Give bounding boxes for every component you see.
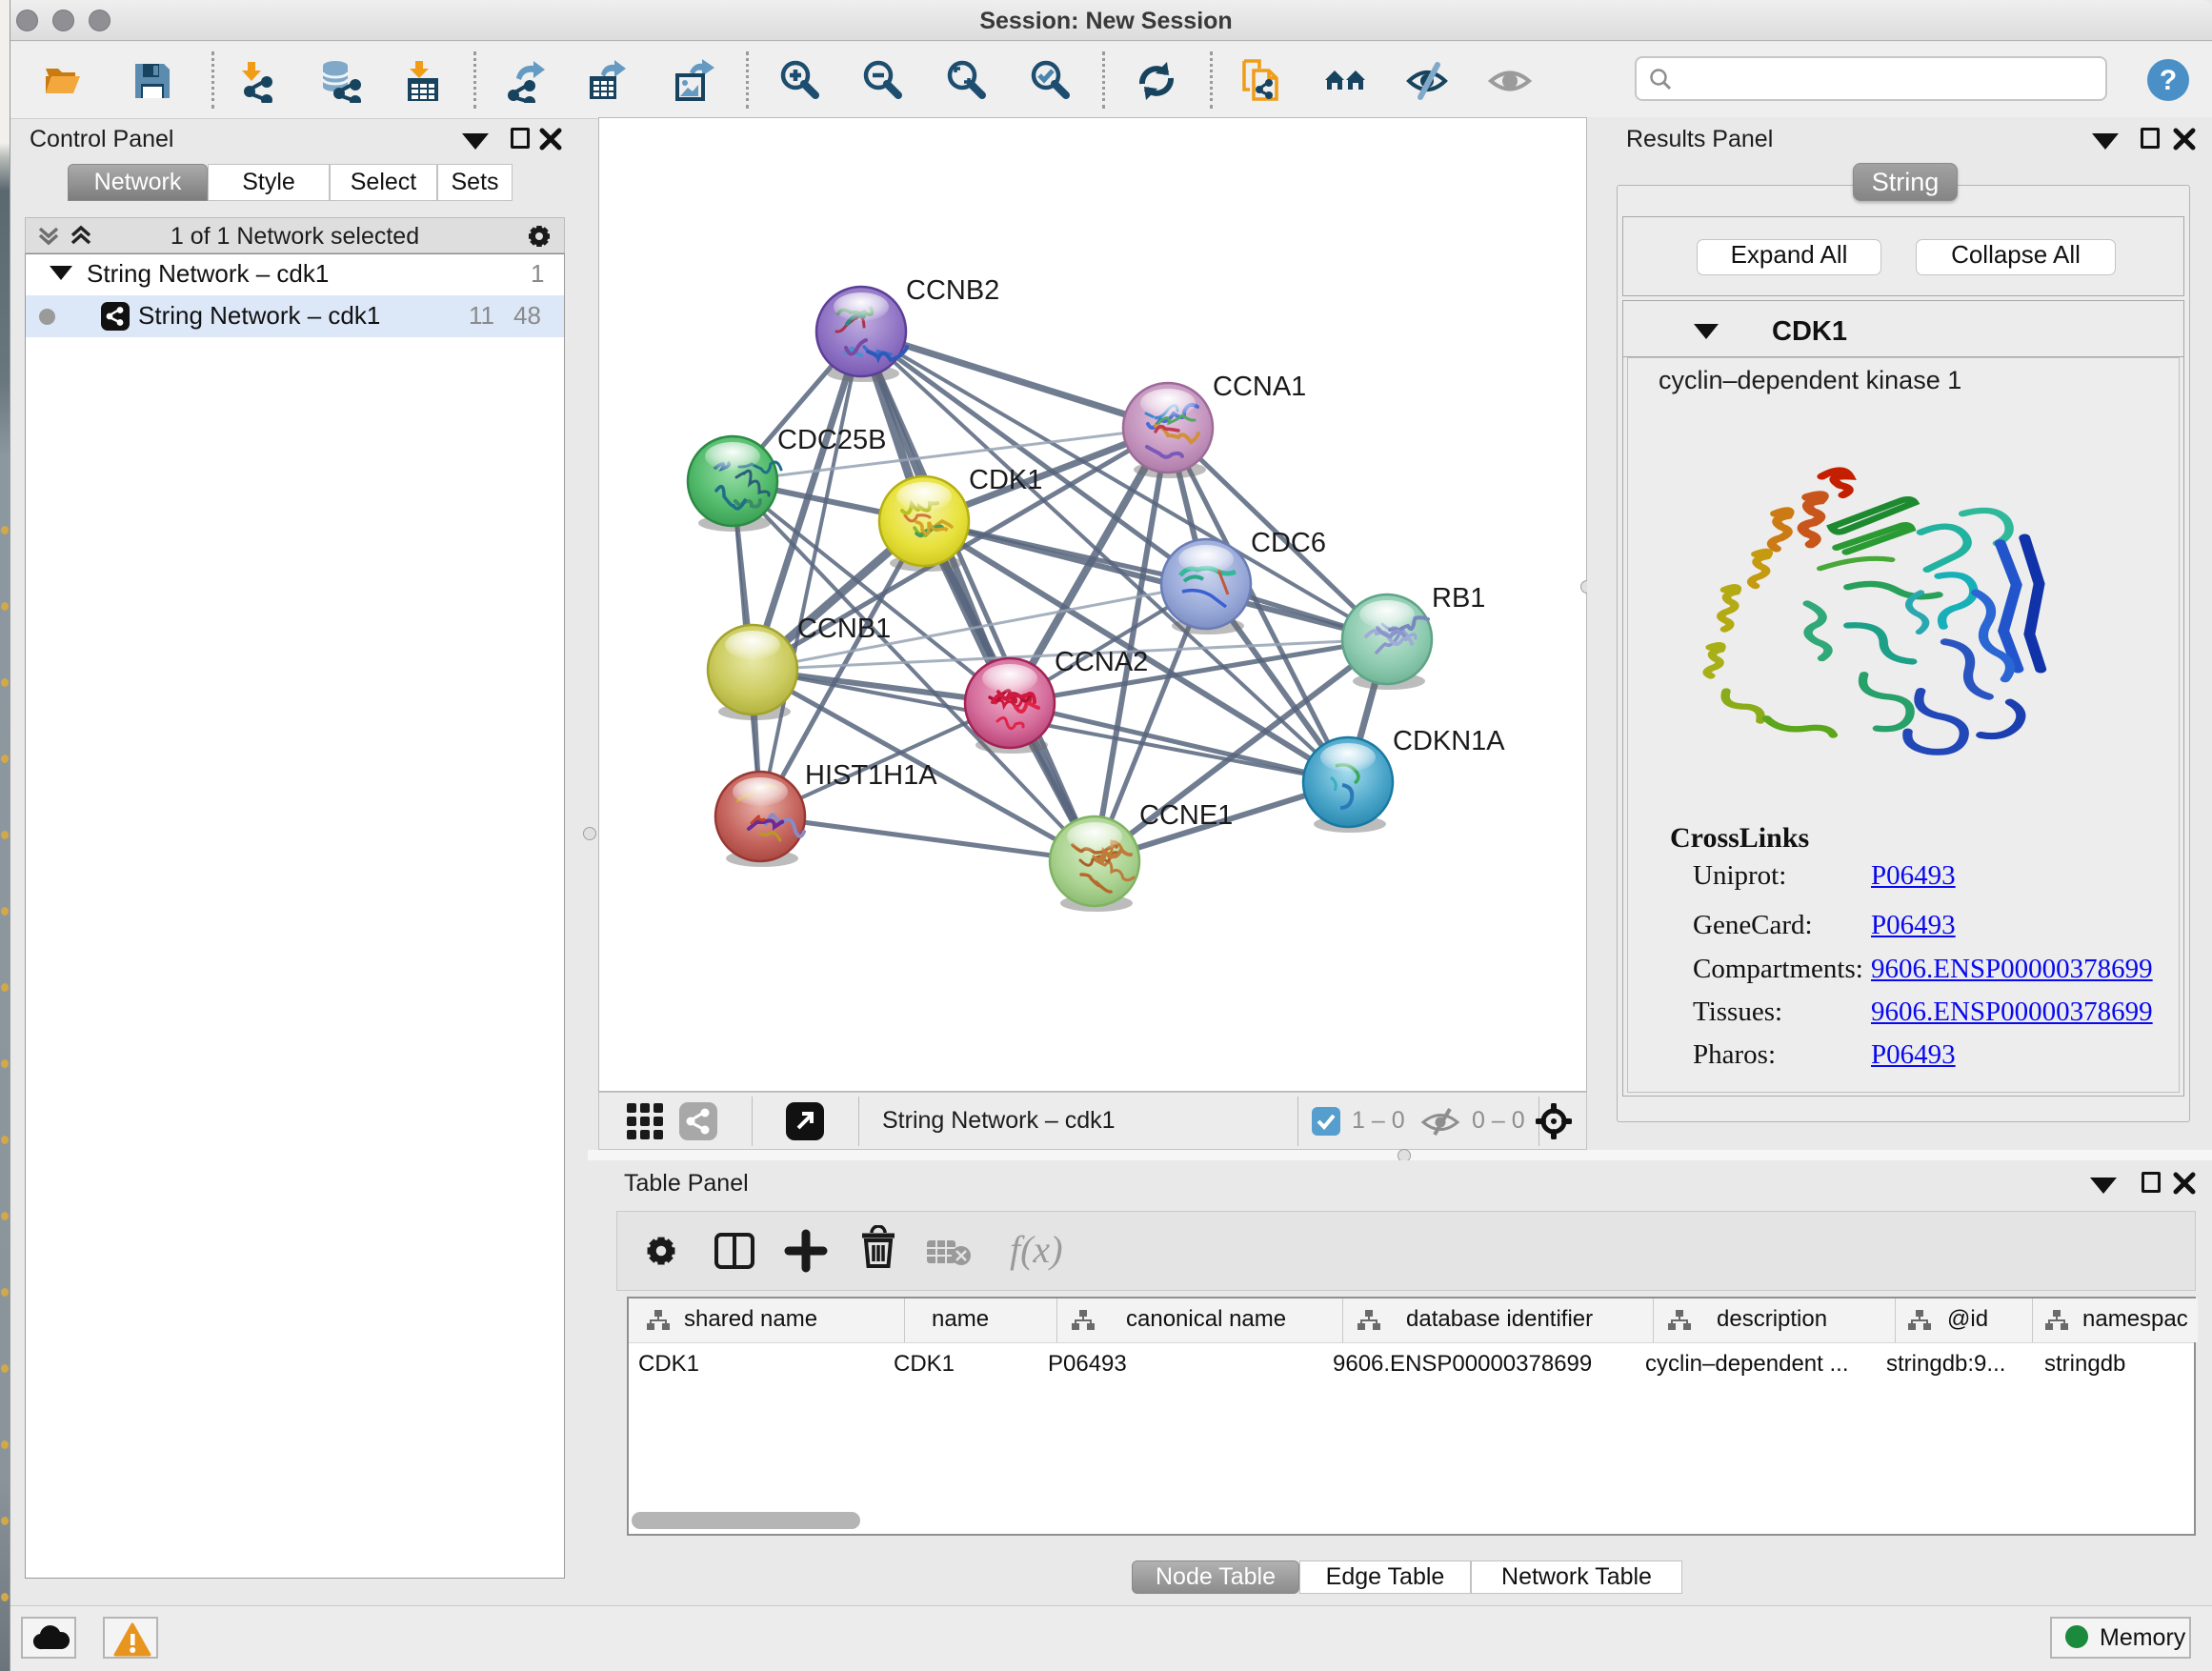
svg-text:CDC25B: CDC25B — [777, 425, 886, 455]
svg-text:CCNB1: CCNB1 — [797, 614, 891, 644]
svg-text:?: ? — [2160, 65, 2177, 96]
svg-text:CCNB2: CCNB2 — [906, 275, 999, 306]
svg-text:CCNE1: CCNE1 — [1139, 800, 1233, 831]
svg-text:CCNA2: CCNA2 — [1055, 647, 1148, 677]
svg-text:HIST1H1A: HIST1H1A — [805, 760, 937, 791]
svg-text:CCNA1: CCNA1 — [1213, 372, 1306, 402]
svg-text:CDKN1A: CDKN1A — [1393, 726, 1505, 756]
svg-text:CDK1: CDK1 — [969, 465, 1042, 495]
svg-text:RB1: RB1 — [1432, 583, 1485, 614]
svg-text:CDC6: CDC6 — [1251, 528, 1326, 558]
